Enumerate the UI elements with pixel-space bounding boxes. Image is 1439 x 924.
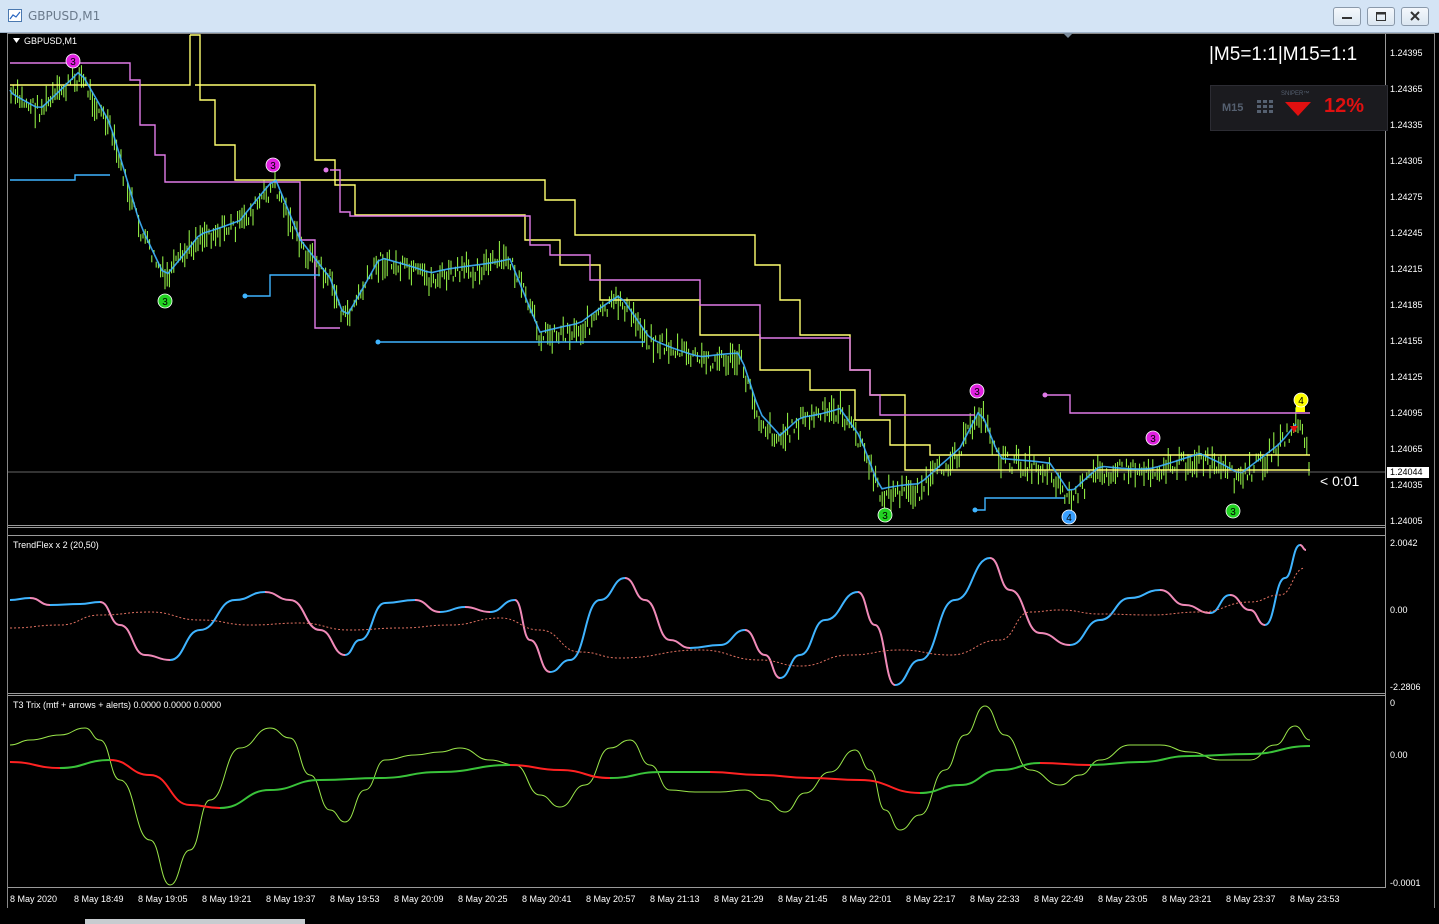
time-axis-label: 8 May 19:37: [266, 894, 316, 904]
trendflex-axis-zero: 0.00: [1390, 605, 1408, 615]
maximize-button[interactable]: [1367, 7, 1395, 26]
trendflex-axis-min: -2.2806: [1390, 682, 1421, 692]
current-price-badge: 1.24044: [1387, 467, 1429, 478]
price-axis-label: 1.24305: [1390, 156, 1423, 166]
current-price: 1.24044: [1390, 467, 1423, 477]
hud-percent: 12%: [1324, 95, 1365, 117]
price-axis-label: 1.24185: [1390, 300, 1423, 310]
window-titlebar[interactable]: GBPUSD,M1: [0, 0, 1439, 33]
time-axis-label: 8 May 20:09: [394, 894, 444, 904]
chart-frame[interactable]: [7, 33, 1435, 919]
time-axis-label: 8 May 22:01: [842, 894, 892, 904]
price-axis-label: 1.24095: [1390, 408, 1423, 418]
down-arrow-icon: [1285, 102, 1311, 116]
trix-axis-top: 0: [1390, 698, 1396, 708]
price-axis-label: 1.24035: [1390, 480, 1423, 490]
time-axis-label: 8 May 22:49: [1034, 894, 1084, 904]
minimize-button[interactable]: [1333, 7, 1361, 26]
trendflex-label: TrendFlex x 2 (20,50): [13, 540, 99, 550]
time-axis-line: [8, 887, 1386, 888]
price-axis-label: 1.24065: [1390, 444, 1423, 454]
time-axis-label: 8 May 18:49: [74, 894, 124, 904]
time-axis-label: 8 May 20:25: [458, 894, 508, 904]
pane-separator[interactable]: [8, 693, 1386, 694]
grid-icon: [1257, 100, 1273, 113]
close-button[interactable]: [1401, 7, 1429, 26]
time-axis-label: 8 May 21:45: [778, 894, 828, 904]
pane-separator[interactable]: [8, 527, 1386, 528]
main-pane-label: GBPUSD,M1: [24, 36, 78, 46]
trix-label: T3 Trix (mtf + arrows + alerts) 0.0000 0…: [13, 700, 222, 710]
time-axis-label: 8 May 21:29: [714, 894, 764, 904]
price-axis-label: 1.24245: [1390, 228, 1423, 238]
signal-hud: M15 SNIPER™ 12%: [1210, 85, 1388, 131]
chart-window-icon: [8, 9, 22, 22]
time-axis-label: 8 May 19:21: [202, 894, 252, 904]
time-axis-label: 8 May 23:37: [1226, 894, 1276, 904]
price-axis-line: [1385, 34, 1386, 888]
time-axis-label: 8 May 22:33: [970, 894, 1020, 904]
time-axis-label: 8 May 20:41: [522, 894, 572, 904]
time-axis-label: 8 May 19:53: [330, 894, 380, 904]
price-axis-label: 1.24275: [1390, 192, 1423, 202]
pane-separator[interactable]: [8, 525, 1386, 526]
time-axis-label: 8 May 20:57: [586, 894, 636, 904]
price-axis-label: 1.24215: [1390, 264, 1423, 274]
pane-collapse-icon[interactable]: [13, 38, 21, 44]
time-axis-label: 8 May 19:05: [138, 894, 188, 904]
time-axis-label: 8 May 21:13: [650, 894, 700, 904]
price-axis-label: 1.24005: [1390, 516, 1423, 526]
time-axis-label: 8 May 23:21: [1162, 894, 1212, 904]
time-axis-label: 8 May 22:17: [906, 894, 956, 904]
bar-countdown: < 0:01: [1320, 473, 1360, 489]
horizontal-scrollbar[interactable]: [85, 919, 305, 924]
price-axis-label: 1.24365: [1390, 84, 1423, 94]
hud-logo: SNIPER™: [1281, 91, 1310, 97]
price-axis-label: 1.24125: [1390, 372, 1423, 382]
price-axis-label: 1.24335: [1390, 120, 1423, 130]
time-axis-label: 8 May 23:05: [1098, 894, 1148, 904]
time-axis-label: 8 May 2020: [10, 894, 58, 904]
window-title: GBPUSD,M1: [28, 9, 101, 23]
trix-axis-zero: 0.00: [1390, 750, 1408, 760]
close-icon: [1410, 11, 1420, 21]
mtf-status: |M5=1:1|M15=1:1: [1209, 44, 1358, 65]
restore-icon: [1376, 12, 1386, 21]
minimize-icon: [1342, 17, 1352, 19]
hud-timeframe: M15: [1222, 102, 1244, 114]
price-axis-label: 1.24395: [1390, 48, 1423, 58]
pane-separator: [8, 535, 1386, 536]
time-axis-label: 8 May 23:53: [1290, 894, 1340, 904]
trendflex-axis-max: 2.0042: [1390, 538, 1418, 548]
trix-axis-bottom: -0.0001: [1390, 878, 1421, 888]
price-axis-label: 1.24155: [1390, 336, 1423, 346]
pane-separator: [8, 695, 1386, 696]
